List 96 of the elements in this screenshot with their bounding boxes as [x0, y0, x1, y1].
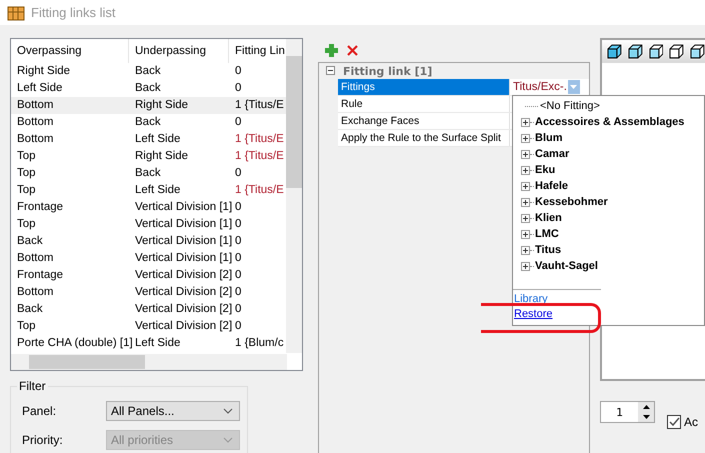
- table-cell-text: Right Side: [134, 98, 190, 113]
- table-cell-text: Frontage: [16, 200, 64, 215]
- expand-icon[interactable]: [521, 230, 530, 238]
- tree-item[interactable]: Titus: [535, 244, 562, 256]
- table-cell-text: Back: [16, 302, 44, 317]
- table-cell-text: Right Side: [134, 149, 190, 164]
- cube-icon[interactable]: [607, 44, 622, 59]
- dropdown-field[interactable]: All Panels...: [106, 401, 240, 421]
- up-arrow-icon[interactable]: [642, 405, 650, 409]
- expand-icon[interactable]: [521, 182, 530, 190]
- cube-icon[interactable]: [628, 44, 643, 59]
- selected-row[interactable]: Bottom Right Side 1 {Titus/E: [11, 97, 287, 114]
- tree-item[interactable]: <No Fitting>: [540, 100, 600, 112]
- collapse-icon[interactable]: [326, 64, 335, 78]
- table-cell-text: Vertical Division [1]: [134, 251, 229, 266]
- table-cell-text: Left Side: [134, 132, 182, 147]
- table-cell-text: Back: [134, 64, 162, 79]
- table-cell-text: Bottom: [16, 115, 54, 130]
- table-cell-text: Back: [134, 115, 162, 130]
- tree-item[interactable]: Blum: [535, 132, 562, 144]
- expand-icon[interactable]: [521, 118, 530, 126]
- field-label: Panel:: [22, 404, 58, 418]
- table-cell-text: Vertical Division [1]: [134, 234, 229, 249]
- tree-item[interactable]: Klien: [535, 212, 562, 224]
- table-cell-text: Back: [134, 81, 162, 96]
- cube-icon[interactable]: [648, 44, 664, 59]
- down-arrow-icon[interactable]: [642, 415, 650, 419]
- caret-icon: [570, 85, 578, 89]
- category-label: Fitting link [1]: [343, 64, 432, 78]
- table-cell-text: Bottom: [16, 98, 54, 113]
- table-cell-text: Top: [16, 319, 37, 334]
- table-cell-text: Bottom: [16, 285, 54, 300]
- expand-icon[interactable]: [521, 150, 530, 158]
- column-header[interactable]: Underpassing: [129, 39, 229, 63]
- expand-icon[interactable]: [521, 134, 530, 142]
- table-cell-text: Vertical Division [2]: [134, 268, 229, 283]
- delete-icon[interactable]: [347, 44, 358, 56]
- expand-icon[interactable]: [521, 262, 530, 270]
- property-name[interactable]: Fittings: [338, 79, 510, 95]
- cube-icon[interactable]: [669, 44, 684, 59]
- tree-item[interactable]: Accessoires & Assemblages: [535, 116, 684, 128]
- caret-icon[interactable]: [223, 408, 233, 414]
- table-cell-text: Top: [16, 149, 37, 164]
- tree-item[interactable]: LMC: [535, 228, 559, 240]
- table-cell-text: 1 {Blum/c: [234, 336, 285, 351]
- table-cell-text: Vertical Division [1]: [134, 217, 229, 232]
- vertical-scrollbar[interactable]: [286, 39, 302, 353]
- table-cell-text: Top: [16, 217, 37, 232]
- number-spinner[interactable]: 1: [600, 401, 655, 423]
- tree-item[interactable]: Hafele: [535, 180, 568, 192]
- link[interactable]: Restore: [514, 307, 553, 321]
- table-cell-text: Left Side: [16, 81, 64, 96]
- checkbox-label: Ac: [684, 415, 698, 429]
- table-cell-text: 1 {Titus/E: [234, 149, 285, 164]
- table-cell-text: 0: [234, 115, 242, 130]
- table-cell-text: Vertical Division [2]: [134, 319, 229, 334]
- link[interactable]: Library: [514, 292, 548, 306]
- table-cell-text: Vertical Division [2]: [134, 302, 229, 317]
- table-cell-text: Back: [16, 234, 44, 249]
- tree-item[interactable]: Eku: [535, 164, 556, 176]
- checkbox[interactable]: [667, 415, 681, 429]
- group-title: Filter: [17, 379, 48, 393]
- tree-item[interactable]: Kessebohmer: [535, 196, 608, 208]
- cube-icon[interactable]: [690, 44, 705, 59]
- window-title: Fitting links list: [31, 5, 116, 20]
- expand-icon[interactable]: [521, 166, 530, 174]
- table-cell-text: Right Side: [16, 64, 72, 79]
- tree-item[interactable]: Vauht-Sagel: [535, 260, 598, 272]
- table-cell-text: Top: [16, 183, 37, 198]
- add-icon[interactable]: [325, 44, 338, 56]
- table-cell-text: Bottom: [16, 132, 54, 147]
- table-cell-text: 1 {Titus/E: [234, 132, 285, 147]
- column-header[interactable]: Overpassing: [11, 39, 129, 63]
- table-cell-text: 0: [234, 64, 242, 79]
- cabinet-icon: [7, 4, 25, 20]
- table-cell-text: 1 {Titus/E: [234, 98, 285, 113]
- table-cell-text: 0: [234, 166, 242, 181]
- table-cell-text: Vertical Division [1]: [134, 200, 229, 215]
- table-cell-text: Bottom: [16, 251, 54, 266]
- field-label: Priority:: [22, 433, 64, 447]
- table-cell-text: 1 {Titus/E: [234, 183, 285, 198]
- table-cell-text: Left Side: [134, 183, 182, 198]
- expand-icon[interactable]: [521, 198, 530, 206]
- table-cell-text: Frontage: [16, 268, 64, 283]
- tree-item[interactable]: Camar: [535, 148, 570, 160]
- expand-icon[interactable]: [521, 246, 530, 254]
- table-cell-text: Back: [134, 166, 162, 181]
- property-name[interactable]: Rule: [338, 96, 510, 112]
- property-value: Titus/Exc-.: [512, 80, 567, 94]
- property-name[interactable]: Apply the Rule to the Surface Split: [338, 130, 510, 146]
- column-header[interactable]: Fitting Lin: [229, 39, 287, 63]
- table-cell-text: Vertical Division [2]: [134, 285, 229, 300]
- expand-icon[interactable]: [521, 214, 530, 222]
- horizontal-scrollbar[interactable]: [11, 354, 287, 370]
- table-cell-text: 0: [234, 81, 242, 96]
- table-cell-text: Top: [16, 166, 37, 181]
